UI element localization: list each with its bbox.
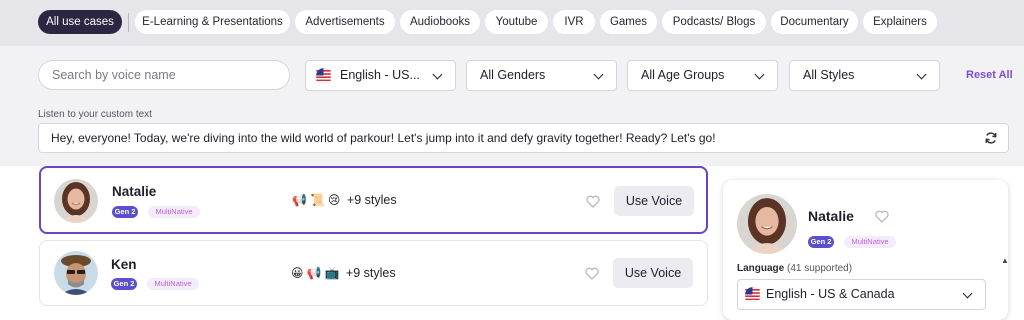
- grin-face-icon: 😀: [291, 266, 304, 280]
- tab-documentary[interactable]: Documentary: [771, 10, 858, 34]
- detail-voice-name: Natalie: [808, 208, 854, 224]
- styles-count: +9 styles: [346, 193, 397, 207]
- age-group-select[interactable]: All Age Groups: [627, 60, 778, 91]
- megaphone-icon: 📢: [292, 193, 307, 207]
- detail-language-select[interactable]: English - US & Canada: [737, 279, 986, 310]
- avatar: [54, 179, 98, 223]
- voice-styles: 😀 📢 📺 +9 styles: [291, 266, 396, 280]
- use-case-tabs: All use cases E-Learning & Presentations…: [0, 0, 1024, 46]
- voice-name: Natalie: [112, 184, 157, 199]
- refresh-icon[interactable]: [984, 131, 998, 145]
- heart-icon[interactable]: [875, 210, 889, 223]
- voice-card-ken[interactable]: Ken Gen 2 MultiNative 😀 📢 📺 +9 styles Use …: [39, 240, 708, 306]
- tab-ivr[interactable]: IVR: [553, 10, 595, 34]
- megaphone-icon: 📢: [306, 266, 322, 280]
- gender-select[interactable]: All Genders: [466, 60, 617, 91]
- heart-icon[interactable]: [586, 195, 600, 208]
- custom-text-field[interactable]: Hey, everyone! Today, we're diving into …: [38, 123, 1009, 153]
- styles-count: +9 styles: [345, 266, 396, 280]
- tv-icon: 📺: [324, 266, 340, 280]
- language-count: (41 supported): [787, 263, 853, 274]
- multinative-badge: MultiNative: [148, 206, 200, 218]
- gen-badge: Gen 2: [112, 206, 138, 218]
- avatar: [54, 251, 98, 295]
- voice-card-natalie[interactable]: Natalie Gen 2 MultiNative 📢 📜 😢 +9 styles …: [39, 166, 708, 234]
- tab-e-learning[interactable]: E-Learning & Presentations: [135, 10, 290, 34]
- gen-badge: Gen 2: [111, 278, 137, 290]
- voice-name: Ken: [111, 257, 137, 272]
- tab-podcasts-blogs[interactable]: Podcasts/ Blogs: [662, 10, 766, 34]
- tab-explainers[interactable]: Explainers: [863, 10, 937, 34]
- search-input[interactable]: [52, 68, 272, 82]
- tab-youtube[interactable]: Youtube: [485, 10, 548, 34]
- custom-text-label: Listen to your custom text: [38, 109, 152, 120]
- custom-text-value: Hey, everyone! Today, we're diving into …: [51, 131, 716, 145]
- scroll-up-arrow-icon[interactable]: ▲: [1001, 256, 1009, 265]
- chevron-down-icon: [754, 69, 765, 80]
- voice-styles: 📢 📜 😢 +9 styles: [292, 193, 397, 207]
- us-flag-icon: [745, 287, 760, 302]
- chevron-down-icon: [962, 288, 973, 299]
- age-group-select-value: All Age Groups: [641, 68, 725, 82]
- language-label: Language (41 supported): [737, 263, 852, 274]
- style-select[interactable]: All Styles: [789, 60, 940, 91]
- style-select-value: All Styles: [803, 68, 855, 82]
- avatar: [737, 194, 797, 254]
- language-select-value: English - US...: [340, 68, 420, 82]
- search-input-wrapper[interactable]: [38, 60, 290, 90]
- multinative-badge: MultiNative: [844, 236, 896, 248]
- multinative-badge: MultiNative: [147, 278, 199, 290]
- us-flag-icon: [316, 68, 331, 83]
- tab-games[interactable]: Games: [600, 10, 657, 34]
- chevron-down-icon: [432, 69, 443, 80]
- scroll-icon: 📜: [309, 193, 325, 207]
- reset-all-link[interactable]: Reset All: [966, 69, 1013, 81]
- heart-icon[interactable]: [585, 267, 599, 280]
- tab-all-use-cases[interactable]: All use cases: [38, 10, 122, 34]
- tab-divider: [128, 13, 129, 32]
- chevron-down-icon: [916, 69, 927, 80]
- voice-detail-panel: Natalie Gen 2 MultiNative Language (41 s…: [723, 180, 1008, 320]
- tab-audiobooks[interactable]: Audiobooks: [400, 10, 480, 34]
- use-voice-button[interactable]: Use Voice: [614, 186, 694, 216]
- use-voice-button[interactable]: Use Voice: [613, 258, 693, 288]
- language-label-text: Language: [737, 263, 785, 274]
- detail-language-value: English - US & Canada: [766, 287, 895, 301]
- chevron-down-icon: [593, 69, 604, 80]
- gender-select-value: All Genders: [480, 68, 546, 82]
- tab-advertisements[interactable]: Advertisements: [295, 10, 395, 34]
- gen-badge: Gen 2: [808, 236, 834, 248]
- language-select[interactable]: English - US...: [305, 60, 456, 91]
- sad-face-icon: 😢: [327, 193, 341, 207]
